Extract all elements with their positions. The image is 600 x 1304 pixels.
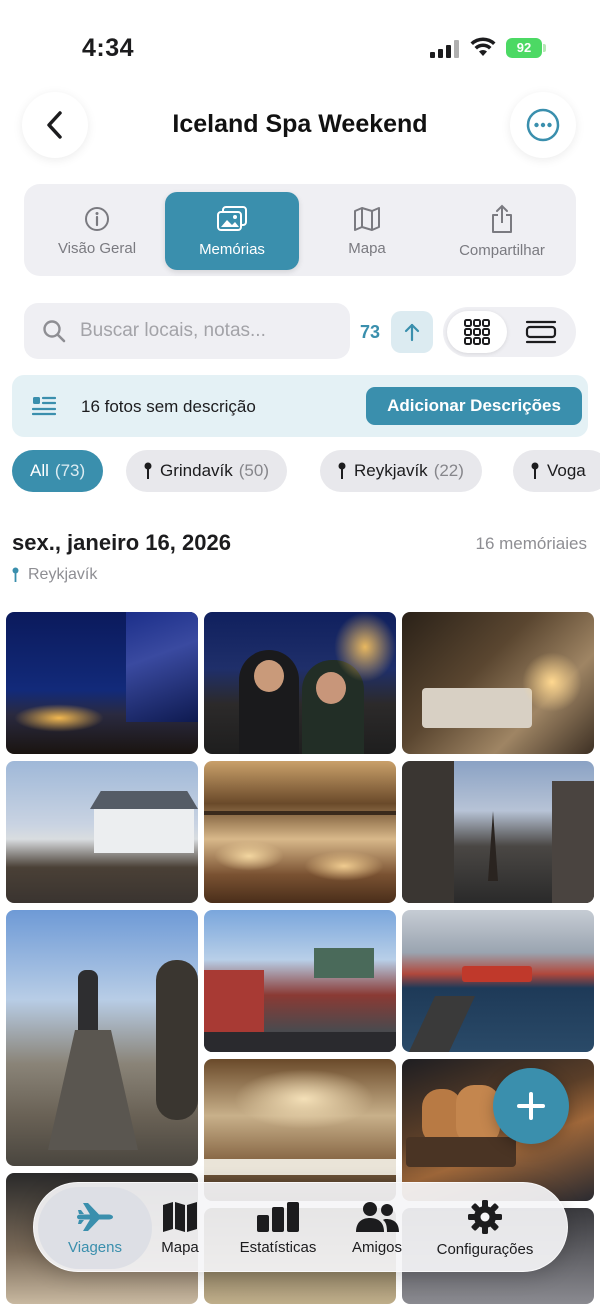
tab-share[interactable]: Compartilhar [435, 192, 569, 270]
search-bar [24, 303, 350, 359]
airplane-icon [77, 1202, 113, 1231]
photo-thumbnail[interactable] [6, 910, 198, 1166]
pin-icon [338, 462, 346, 479]
nav-label: Amigos [351, 1238, 403, 1256]
pin-icon [144, 462, 152, 479]
tab-memories[interactable]: Memórias [165, 192, 299, 270]
chip-count: (50) [238, 461, 269, 480]
nav-map[interactable]: Mapa [156, 1183, 204, 1273]
pin-icon [531, 462, 539, 479]
search-icon [43, 320, 66, 343]
search-input[interactable] [80, 320, 330, 342]
chip-label: Reykjavík [354, 461, 428, 480]
section-memory-count: 16 memóriaies [475, 534, 588, 553]
list-view-button[interactable] [511, 311, 571, 353]
section-date: sex., janeiro 16, 2026 [12, 530, 231, 555]
photo-thumbnail[interactable] [402, 910, 594, 1052]
photo-thumbnail[interactable] [6, 612, 198, 754]
tab-overview[interactable]: Visão Geral [30, 192, 164, 270]
filter-chip-reykjavik[interactable]: Reykjavík (22) [320, 450, 482, 492]
nav-label: Mapa [161, 1238, 199, 1256]
bottom-tab-bar: Viagens Mapa Estatísticas Amigos Configu… [33, 1182, 568, 1272]
tab-label: Mapa [348, 239, 386, 257]
map-icon [163, 1201, 197, 1232]
filter-chip-grindavik[interactable]: Grindavík (50) [126, 450, 287, 492]
status-bar: 4:34 92 [0, 0, 600, 96]
people-icon [356, 1201, 399, 1232]
chip-label: All [30, 461, 49, 480]
chip-count: (73) [54, 461, 86, 480]
photo-thumbnail[interactable] [402, 612, 594, 754]
nav-label: Configurações [436, 1240, 534, 1258]
trip-tabs: Visão Geral Memórias Mapa Compartilhar [24, 184, 576, 276]
nav-label: Estatísticas [239, 1238, 317, 1256]
section-location: Reykjavík [12, 566, 97, 584]
photo-thumbnail[interactable] [402, 1059, 594, 1201]
bar-chart-icon [257, 1201, 299, 1232]
chip-label: Grindavík [160, 461, 233, 480]
missing-descriptions-banner: 16 fotos sem descrição Adicionar Descriç… [12, 375, 588, 437]
nav-trips[interactable]: Viagens [38, 1183, 152, 1273]
battery-level: 92 [516, 40, 532, 55]
photo-thumbnail[interactable] [204, 612, 396, 754]
more-options-button[interactable] [510, 92, 576, 158]
sort-order-button[interactable] [391, 311, 433, 353]
location-filters: All (73) Grindavík (50) Reykjavík (22) Voga [12, 450, 600, 492]
text-list-icon [32, 396, 56, 416]
location-label: Reykjavík [28, 566, 98, 583]
view-mode-toggle [443, 307, 576, 357]
share-icon [492, 204, 512, 233]
banner-text: 16 fotos sem descrição [81, 397, 256, 416]
photo-thumbnail[interactable] [204, 761, 396, 903]
cellular-signal-icon [430, 40, 460, 58]
nav-statistics[interactable]: Estatísticas [230, 1183, 326, 1273]
photo-thumbnail[interactable] [204, 910, 396, 1052]
photo-thumbnail[interactable] [6, 761, 198, 903]
result-count: 73 [360, 322, 381, 342]
add-descriptions-button[interactable]: Adicionar Descrições [366, 387, 582, 425]
nav-label: Viagens [68, 1238, 122, 1256]
photo-thumbnail[interactable] [204, 1059, 396, 1201]
wifi-icon [470, 37, 496, 56]
grid-view-button[interactable] [447, 311, 507, 353]
photo-thumbnail[interactable] [402, 761, 594, 903]
grid-icon [464, 319, 490, 345]
battery-indicator: 92 [506, 38, 546, 58]
gear-icon [468, 1199, 502, 1234]
list-rows-icon [525, 320, 557, 344]
info-icon [85, 206, 109, 231]
ellipsis-circle-icon [526, 108, 560, 142]
plus-icon [517, 1092, 545, 1120]
tab-label: Visão Geral [57, 239, 137, 257]
chip-count: (22) [433, 461, 464, 480]
tab-label: Compartilhar [459, 241, 545, 259]
nav-settings[interactable]: Configurações [430, 1183, 540, 1273]
tab-label: Memórias [199, 240, 265, 258]
chip-label: Voga [547, 461, 586, 480]
filter-chip-all[interactable]: All (73) [12, 450, 104, 492]
nav-friends[interactable]: Amigos [344, 1183, 410, 1273]
arrow-up-icon [404, 323, 420, 342]
add-memory-button[interactable] [493, 1068, 569, 1144]
map-icon [354, 206, 380, 231]
filter-chip-voga[interactable]: Voga [513, 450, 600, 492]
status-time: 4:34 [82, 34, 135, 62]
tab-map[interactable]: Mapa [300, 192, 434, 270]
pin-icon [12, 567, 19, 582]
photos-icon [217, 205, 247, 231]
